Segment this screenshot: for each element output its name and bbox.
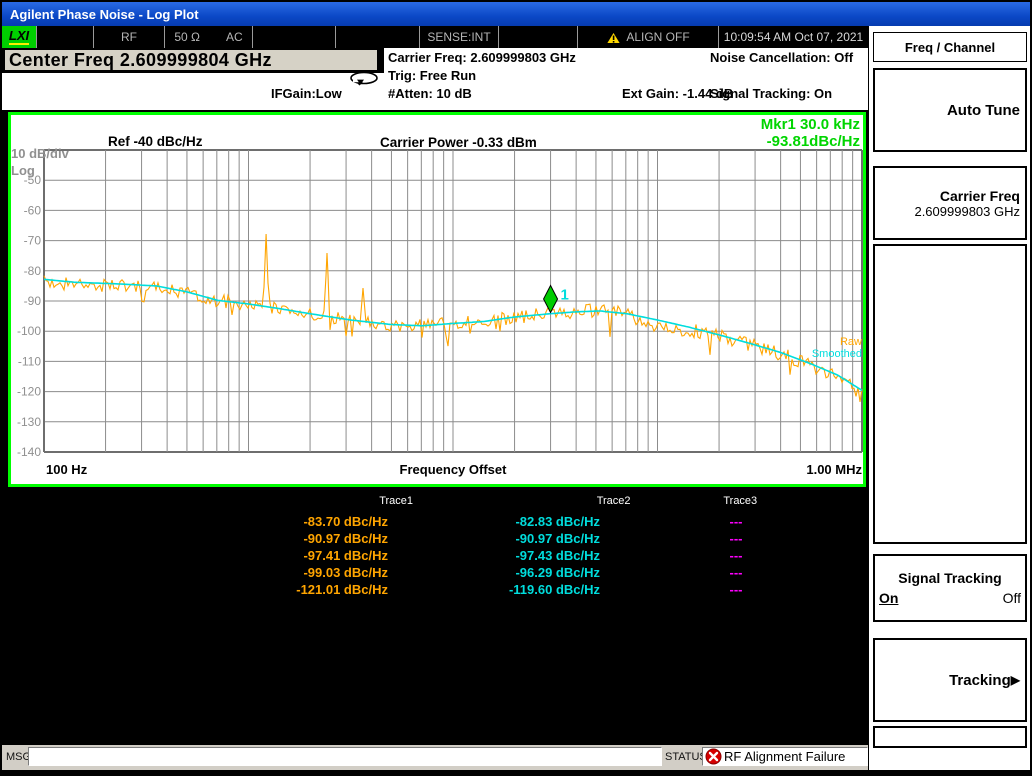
panel-header-freq-channel: Freq / Channel [873,32,1027,62]
y-tick-label: -60 [24,203,42,217]
marker-1-diamond[interactable] [544,286,558,313]
status-cell-sense: SENSE:INT [420,26,499,48]
signal-tracking-on-option[interactable]: On [879,590,898,606]
col-header-trace3: Trace3 [633,494,848,509]
softkey-blank-button[interactable] [873,244,1027,544]
carrier-freq-button-label: Carrier Freq [940,188,1020,204]
y-tick-label: -80 [24,264,42,278]
status-cell-datetime: 10:09:54 AM Oct 07, 2021 [719,26,868,48]
signal-tracking-button[interactable]: Signal Tracking On Off [873,554,1027,622]
ref-level-label: Ref -40 dBc/Hz [108,134,203,149]
y-tick-label: -90 [24,294,42,308]
status-cell-empty-1 [37,26,94,48]
warning-icon [606,31,621,44]
softkey-blank-button-2[interactable] [873,726,1027,748]
y-tick-label: -100 [17,324,41,338]
y-tick-label: -70 [24,234,42,248]
impedance-value: 50 Ω [174,30,200,44]
phase-noise-plot[interactable]: -50-60-70-80-90-100-110-120-130-140110 d… [8,112,866,487]
status-label: STATUS [665,751,707,763]
y-tick-label: -130 [17,415,41,429]
marker-readout-freq: Mkr1 30.0 kHz [761,116,860,133]
continuous-sweep-icon [349,71,379,91]
carrier-freq-readout: Carrier Freq: 2.609999803 GHz [388,50,576,65]
status-field: RF Alignment Failure [702,747,868,766]
carrier-power-label: Carrier Power -0.33 dBm [380,135,537,150]
atten-readout: #Atten: 10 dB [388,86,472,101]
message-field [28,747,662,766]
title-bar: Agilent Phase Noise - Log Plot [2,2,1030,26]
decade-table-header: Freq Offset Trace1 Trace2 Trace3 [8,494,848,509]
status-cell-impedance: 50 Ω AC [165,26,253,48]
status-cell-align: ALIGN OFF [578,26,719,48]
status-cell-empty-4 [499,26,578,48]
col-header-trace1: Trace1 [200,494,413,509]
status-cell-empty-3 [336,26,420,48]
error-icon [705,748,722,765]
table-row: 1.00 MHz -121.01 dBc/Hz -119.60 dBc/Hz -… [8,581,848,598]
if-gain-readout: IFGain:Low [271,86,342,101]
y-tick-label: -110 [18,354,41,368]
window-title: Agilent Phase Noise - Log Plot [10,7,199,22]
plot-svg: -50-60-70-80-90-100-110-120-130-140110 d… [11,115,863,484]
table-row: 100 Hz -83.70 dBc/Hz -82.83 dBc/Hz --- [8,513,848,530]
scale-per-div-label: 10 dB/div [11,146,70,161]
status-cell-rf: RF [94,26,165,48]
status-strip: LXI RF 50 Ω AC SENSE:INT ALIGN OFF 10:09… [2,26,868,48]
x-axis-title: Frequency Offset [400,462,508,477]
carrier-freq-button[interactable]: Carrier Freq 2.609999803 GHz [873,166,1027,240]
table-row: 1.00 kHz -90.97 dBc/Hz -90.97 dBc/Hz --- [8,530,848,547]
scale-type-label: Log [11,163,35,178]
y-tick-label: -120 [17,385,41,399]
signal-tracking-readout: Signal Tracking: On [710,86,832,101]
carrier-freq-button-value: 2.609999803 GHz [914,204,1020,219]
table-row: 100 kHz -99.03 dBc/Hz -96.29 dBc/Hz --- [8,564,848,581]
table-row: 10.0 kHz -97.41 dBc/Hz -97.43 dBc/Hz --- [8,547,848,564]
smoothed-trace-label: Smoothed [812,348,862,360]
col-header-trace2: Trace2 [415,494,630,509]
center-freq-display[interactable]: Center Freq 2.609999804 GHz [4,49,378,71]
coupling-value: AC [226,30,243,44]
signal-tracking-button-label: Signal Tracking [878,570,1022,586]
softkey-panel: Freq / Channel Auto Tune Carrier Freq 2.… [868,26,1030,770]
marker-readout-value: -93.81dBc/Hz [767,133,860,150]
lxi-badge: LXI [2,26,37,48]
submenu-arrow-icon: ▶ [1011,673,1020,687]
trigger-readout: Trig: Free Run [388,68,476,83]
signal-tracking-off-option[interactable]: Off [1003,590,1021,606]
marker-1-id-label: 1 [561,287,569,304]
raw-trace-label: Raw [840,336,862,348]
instrument-screen: Agilent Phase Noise - Log Plot LXI RF 50… [0,0,1032,776]
tracking-menu-button[interactable]: Tracking▶ [873,638,1027,722]
x-axis-end-label: 1.00 MHz [806,462,862,477]
y-tick-label: -140 [17,445,41,459]
col-header-freq-offset: Freq Offset [8,494,198,509]
noise-cancellation-readout: Noise Cancellation: Off [710,50,853,65]
status-cell-empty-2 [253,26,336,48]
decade-table: Freq Offset Trace1 Trace2 Trace3 100 Hz … [8,494,848,598]
x-axis-start-label: 100 Hz [46,462,88,477]
auto-tune-button[interactable]: Auto Tune [873,68,1027,152]
status-message: RF Alignment Failure [722,749,845,764]
bottom-bar: MSG STATUS RF Alignment Failure [2,745,868,770]
